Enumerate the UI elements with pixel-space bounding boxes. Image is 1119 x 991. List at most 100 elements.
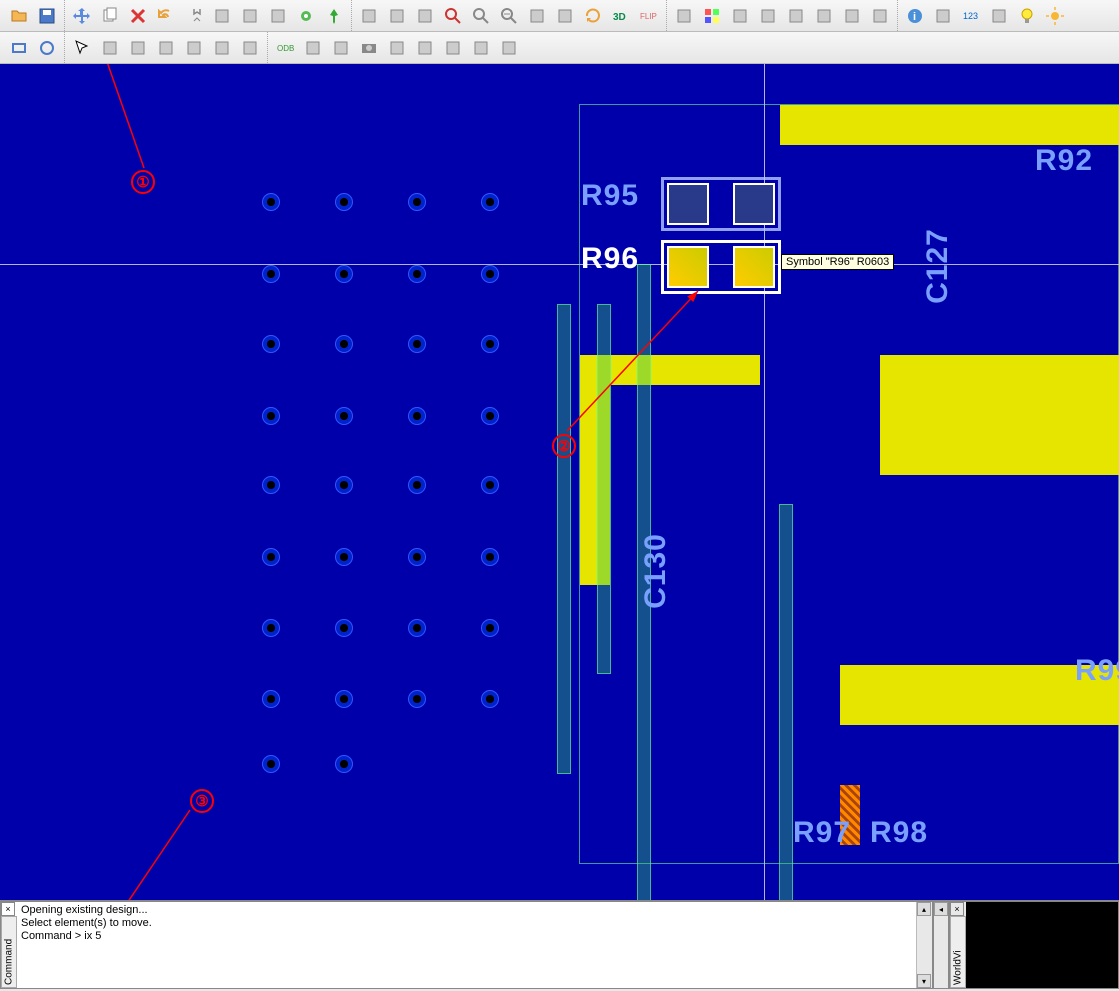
refdes-label[interactable]: R97 — [793, 816, 851, 850]
pad[interactable] — [733, 183, 775, 225]
scroll-left-icon[interactable]: ◂ — [934, 902, 948, 916]
close-icon[interactable]: × — [950, 902, 964, 916]
zoom-in-red-icon[interactable] — [440, 3, 466, 29]
via[interactable] — [262, 193, 280, 211]
book-icon[interactable] — [300, 35, 326, 61]
pcb-canvas[interactable]: Symbol "R96" R0603 R95R96R92C127C130R97R… — [0, 64, 1119, 900]
select-icon[interactable] — [69, 35, 95, 61]
via[interactable] — [335, 476, 353, 494]
layers-icon[interactable] — [727, 3, 753, 29]
refdes-label[interactable]: R92 — [1035, 144, 1093, 178]
cut-icon[interactable] — [97, 35, 123, 61]
via[interactable] — [262, 548, 280, 566]
scroll-down-icon[interactable]: ▾ — [917, 974, 931, 988]
flip-icon[interactable]: FLIP — [636, 3, 662, 29]
zoom-in-icon[interactable] — [468, 3, 494, 29]
ruler2-icon[interactable] — [986, 3, 1012, 29]
via[interactable] — [335, 755, 353, 773]
chip-icon[interactable] — [496, 35, 522, 61]
via[interactable] — [481, 548, 499, 566]
via[interactable] — [335, 407, 353, 425]
text-icon[interactable] — [839, 3, 865, 29]
via[interactable] — [408, 476, 426, 494]
via[interactable] — [408, 265, 426, 283]
odb-icon[interactable]: ODB — [272, 35, 298, 61]
pad-selected[interactable] — [733, 246, 775, 288]
scrollbar-vertical[interactable]: ▴ ▾ — [916, 902, 932, 988]
zoom-window-icon[interactable] — [524, 3, 550, 29]
via[interactable] — [262, 335, 280, 353]
redo-icon[interactable] — [181, 3, 207, 29]
grid-green-icon[interactable] — [384, 3, 410, 29]
via[interactable] — [335, 548, 353, 566]
scroll-up-icon[interactable]: ▴ — [917, 902, 931, 916]
wave-icon[interactable] — [468, 35, 494, 61]
via[interactable] — [481, 407, 499, 425]
scatter-icon[interactable] — [440, 35, 466, 61]
down-icon[interactable] — [209, 3, 235, 29]
pad[interactable] — [667, 183, 709, 225]
via[interactable] — [481, 476, 499, 494]
copy-icon[interactable] — [97, 3, 123, 29]
save-icon[interactable] — [34, 3, 60, 29]
3d-icon[interactable]: 3D — [608, 3, 634, 29]
refdes-label[interactable]: C127 — [921, 228, 955, 304]
refdes-label[interactable]: R99 — [1075, 654, 1119, 688]
spin-icon[interactable] — [265, 3, 291, 29]
group-icon[interactable] — [209, 35, 235, 61]
delete-icon[interactable] — [125, 3, 151, 29]
via[interactable] — [262, 690, 280, 708]
ruler-icon[interactable] — [930, 3, 956, 29]
pad-selected[interactable] — [667, 246, 709, 288]
zoom-sel-icon[interactable] — [552, 3, 578, 29]
camera-icon[interactable] — [356, 35, 382, 61]
via[interactable] — [262, 619, 280, 637]
world-view-panel[interactable]: × WorldVi — [949, 901, 1119, 989]
zoom-fit-icon[interactable] — [412, 3, 438, 29]
via[interactable] — [262, 265, 280, 283]
via[interactable] — [481, 690, 499, 708]
mirror-icon[interactable] — [153, 35, 179, 61]
via[interactable] — [335, 690, 353, 708]
zoom-out-icon[interactable] — [496, 3, 522, 29]
refdes-label[interactable]: R96 — [581, 242, 639, 276]
sun-icon[interactable] — [1042, 3, 1068, 29]
manual-icon[interactable] — [412, 35, 438, 61]
up-icon[interactable] — [237, 3, 263, 29]
via[interactable] — [408, 690, 426, 708]
r1r2-icon[interactable] — [384, 35, 410, 61]
bracket-icon[interactable] — [328, 35, 354, 61]
dfa-icon[interactable] — [811, 3, 837, 29]
refdes-label[interactable]: C130 — [639, 533, 673, 609]
dots-icon[interactable] — [671, 3, 697, 29]
via[interactable] — [408, 407, 426, 425]
via[interactable] — [408, 619, 426, 637]
move-icon[interactable] — [69, 3, 95, 29]
fcm-icon[interactable] — [783, 3, 809, 29]
open-icon[interactable] — [6, 3, 32, 29]
stack-icon[interactable] — [755, 3, 781, 29]
matrix-icon[interactable] — [867, 3, 893, 29]
via[interactable] — [408, 548, 426, 566]
palette-icon[interactable] — [699, 3, 725, 29]
refdes-label[interactable]: R98 — [870, 816, 928, 850]
command-tab[interactable]: Command — [1, 916, 17, 988]
refdes-label[interactable]: R95 — [581, 179, 639, 213]
rect-icon[interactable] — [6, 35, 32, 61]
via[interactable] — [481, 619, 499, 637]
undo-icon[interactable] — [153, 3, 179, 29]
via[interactable] — [481, 335, 499, 353]
via[interactable] — [481, 193, 499, 211]
worldview-tab[interactable]: WorldVi — [950, 916, 966, 988]
via[interactable] — [262, 476, 280, 494]
probe-icon[interactable] — [293, 3, 319, 29]
circle-icon[interactable] — [34, 35, 60, 61]
via[interactable] — [335, 335, 353, 353]
bulb-icon[interactable] — [1014, 3, 1040, 29]
break-icon[interactable] — [237, 35, 263, 61]
pin-icon[interactable] — [321, 3, 347, 29]
refresh-icon[interactable] — [580, 3, 606, 29]
via[interactable] — [335, 265, 353, 283]
close-icon[interactable]: × — [1, 902, 15, 916]
via[interactable] — [481, 265, 499, 283]
